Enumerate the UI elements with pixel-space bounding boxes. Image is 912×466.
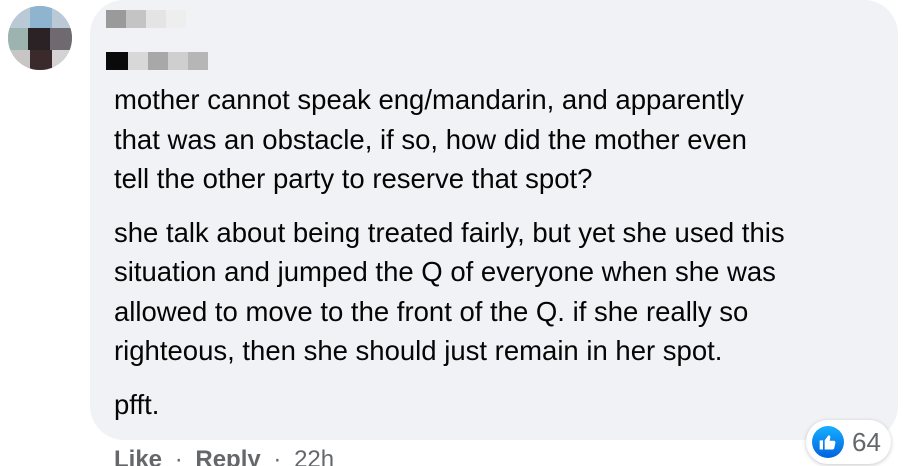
comment-paragraph: pfft. bbox=[114, 388, 160, 420]
timestamp[interactable]: 22h bbox=[294, 446, 334, 466]
comment-paragraph: she talk about being treated fairly, but… bbox=[114, 216, 785, 367]
comment-actions: Like · Reply · 22h bbox=[114, 444, 334, 466]
author-name-redacted[interactable] bbox=[106, 10, 186, 28]
thumbs-up-icon bbox=[812, 426, 844, 458]
author-subtitle-redacted bbox=[106, 52, 208, 70]
comment-card: mother cannot speak eng/mandarin, and ap… bbox=[0, 0, 912, 466]
comment-paragraph: mother cannot speak eng/mandarin, and ap… bbox=[114, 84, 747, 194]
like-button[interactable]: Like bbox=[114, 446, 162, 466]
reaction-count: 64 bbox=[852, 426, 881, 457]
avatar[interactable] bbox=[8, 6, 72, 70]
separator: · bbox=[174, 446, 183, 466]
reply-button[interactable]: Reply bbox=[195, 446, 260, 466]
reactions-summary[interactable]: 64 bbox=[806, 420, 891, 464]
separator: · bbox=[273, 446, 282, 466]
comment-text: mother cannot speak eng/mandarin, and ap… bbox=[114, 80, 884, 438]
